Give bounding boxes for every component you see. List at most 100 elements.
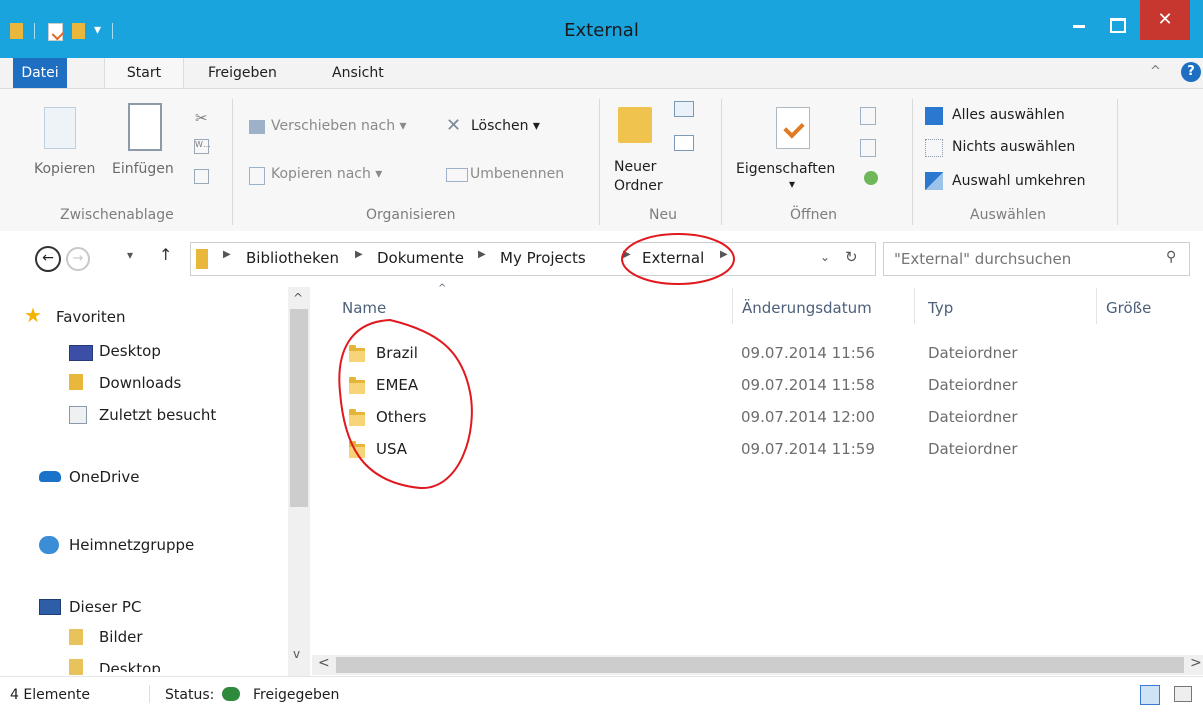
history-icon[interactable] bbox=[864, 171, 878, 185]
nav-onedrive[interactable]: OneDrive bbox=[69, 468, 140, 486]
copy-to-button[interactable]: Kopieren nach ▾ bbox=[271, 166, 382, 182]
invert-selection-button[interactable]: Auswahl umkehren bbox=[952, 173, 1086, 189]
back-arrow-icon: ← bbox=[42, 250, 54, 266]
horizontal-scrollbar[interactable]: < > bbox=[312, 655, 1203, 675]
window-title: External bbox=[564, 20, 639, 41]
breadcrumb-item[interactable]: Dokumente bbox=[377, 249, 464, 267]
nav-item-recent[interactable]: Zuletzt besucht bbox=[99, 406, 216, 424]
up-button[interactable]: ↑ bbox=[159, 245, 172, 264]
up-arrow-icon: ↑ bbox=[159, 245, 173, 264]
desktop-folder-icon bbox=[69, 659, 83, 675]
annotation-loop bbox=[338, 318, 473, 490]
forward-arrow-icon: → bbox=[72, 251, 84, 266]
rename-button[interactable]: Umbenennen bbox=[470, 166, 564, 182]
onedrive-icon bbox=[39, 471, 61, 482]
nav-item-desktop[interactable]: Desktop bbox=[99, 342, 161, 360]
hscrollbar-thumb[interactable] bbox=[336, 657, 1184, 673]
group-separator bbox=[912, 99, 913, 225]
tab-start[interactable]: Start bbox=[104, 58, 184, 89]
file-type: Dateiordner bbox=[928, 344, 1018, 362]
move-to-button[interactable]: Verschieben nach ▾ bbox=[271, 118, 407, 134]
group-separator bbox=[1117, 99, 1118, 225]
nav-this-pc[interactable]: Dieser PC bbox=[69, 598, 141, 616]
tab-ansicht[interactable]: Ansicht bbox=[332, 58, 384, 88]
paste-icon[interactable] bbox=[128, 103, 162, 151]
title-bar[interactable]: ▾ External ✕ bbox=[0, 0, 1203, 58]
nav-item-desktop-pc[interactable]: Desktop bbox=[99, 660, 161, 672]
tab-freigeben[interactable]: Freigeben bbox=[208, 58, 277, 88]
search-box[interactable]: ⚲ bbox=[883, 242, 1190, 276]
column-header-type[interactable]: Typ bbox=[928, 299, 953, 317]
search-input[interactable] bbox=[892, 248, 1146, 270]
scroll-left-icon[interactable]: < bbox=[318, 655, 330, 671]
minimize-button[interactable] bbox=[1063, 10, 1095, 40]
group-separator bbox=[721, 99, 722, 225]
invert-selection-icon bbox=[925, 172, 943, 190]
library-icon bbox=[196, 249, 208, 269]
close-button[interactable]: ✕ bbox=[1140, 0, 1190, 40]
nav-favorites[interactable]: Favoriten bbox=[56, 308, 125, 326]
refresh-icon[interactable]: ↻ bbox=[845, 248, 858, 266]
open-icon[interactable] bbox=[860, 107, 876, 125]
select-none-button[interactable]: Nichts auswählen bbox=[952, 139, 1075, 155]
nav-item-downloads[interactable]: Downloads bbox=[99, 374, 181, 392]
tab-datei[interactable]: Datei bbox=[13, 58, 67, 88]
copy-button[interactable]: Kopieren bbox=[34, 161, 95, 177]
move-to-icon bbox=[249, 120, 265, 134]
desktop-icon bbox=[69, 345, 93, 361]
column-header-size[interactable]: Größe bbox=[1106, 299, 1151, 317]
new-item-icon[interactable] bbox=[674, 101, 694, 117]
copy-icon[interactable] bbox=[44, 107, 76, 149]
easy-access-icon[interactable] bbox=[674, 135, 694, 151]
address-dropdown-icon[interactable]: ⌄ bbox=[820, 250, 830, 264]
details-view-icon[interactable] bbox=[1140, 685, 1160, 705]
scroll-down-icon[interactable]: v bbox=[293, 647, 300, 661]
group-label-open: Öffnen bbox=[790, 207, 838, 223]
cut-icon[interactable]: ✂ bbox=[195, 109, 208, 127]
select-all-button[interactable]: Alles auswählen bbox=[952, 107, 1065, 123]
delete-button[interactable]: Löschen ▾ bbox=[471, 118, 540, 134]
group-separator bbox=[599, 99, 600, 225]
edit-icon[interactable] bbox=[860, 139, 876, 157]
scrollbar-thumb[interactable] bbox=[290, 309, 308, 507]
column-separator[interactable] bbox=[732, 288, 733, 324]
column-separator[interactable] bbox=[1096, 288, 1097, 324]
recent-locations-button[interactable]: ▾ bbox=[127, 248, 133, 262]
file-date: 09.07.2014 12:00 bbox=[741, 408, 875, 426]
address-bar[interactable]: ▶ Bibliotheken ▶ Dokumente ▶ My Projects… bbox=[190, 242, 876, 276]
maximize-button[interactable] bbox=[1101, 10, 1133, 40]
new-folder-label-2[interactable]: Ordner bbox=[614, 178, 663, 194]
column-separator[interactable] bbox=[914, 288, 915, 324]
star-icon: ★ bbox=[24, 303, 42, 327]
ribbon-tabs: Datei Start Freigeben Ansicht ^ ? bbox=[0, 58, 1203, 89]
back-button[interactable]: ← bbox=[35, 246, 61, 272]
search-icon[interactable]: ⚲ bbox=[1166, 249, 1176, 265]
downloads-icon bbox=[69, 374, 83, 390]
chevron-right-icon: ▶ bbox=[478, 249, 486, 260]
column-header-date[interactable]: Änderungsdatum bbox=[742, 299, 872, 317]
forward-button[interactable]: → bbox=[66, 247, 90, 271]
breadcrumb-item[interactable]: My Projects bbox=[500, 249, 586, 267]
nav-scrollbar[interactable]: ^ v bbox=[288, 287, 310, 677]
help-icon[interactable]: ? bbox=[1181, 62, 1201, 82]
file-date: 09.07.2014 11:59 bbox=[741, 440, 875, 458]
collapse-ribbon-icon[interactable]: ^ bbox=[1150, 64, 1161, 79]
paste-button[interactable]: Einfügen bbox=[112, 161, 174, 177]
properties-button[interactable]: Eigenschaften bbox=[736, 161, 835, 177]
copy-path-icon[interactable]: W… bbox=[194, 139, 211, 154]
breadcrumb-item[interactable]: Bibliotheken bbox=[246, 249, 339, 267]
new-folder-icon[interactable] bbox=[618, 107, 652, 143]
minimize-icon bbox=[1073, 25, 1085, 28]
scroll-right-icon[interactable]: > bbox=[1190, 655, 1202, 671]
paste-shortcut-icon[interactable] bbox=[194, 169, 209, 184]
select-all-icon bbox=[925, 107, 943, 125]
scroll-up-icon[interactable]: ^ bbox=[293, 291, 303, 305]
new-folder-label-1[interactable]: Neuer bbox=[614, 159, 656, 175]
large-icons-view-icon[interactable] bbox=[1174, 686, 1192, 702]
properties-dropdown-icon[interactable]: ▾ bbox=[789, 177, 795, 191]
properties-icon[interactable] bbox=[776, 107, 810, 149]
divider bbox=[149, 685, 150, 703]
nav-homegroup[interactable]: Heimnetzgruppe bbox=[69, 536, 194, 554]
nav-item-pictures[interactable]: Bilder bbox=[99, 628, 143, 646]
group-label-organize: Organisieren bbox=[366, 207, 456, 223]
